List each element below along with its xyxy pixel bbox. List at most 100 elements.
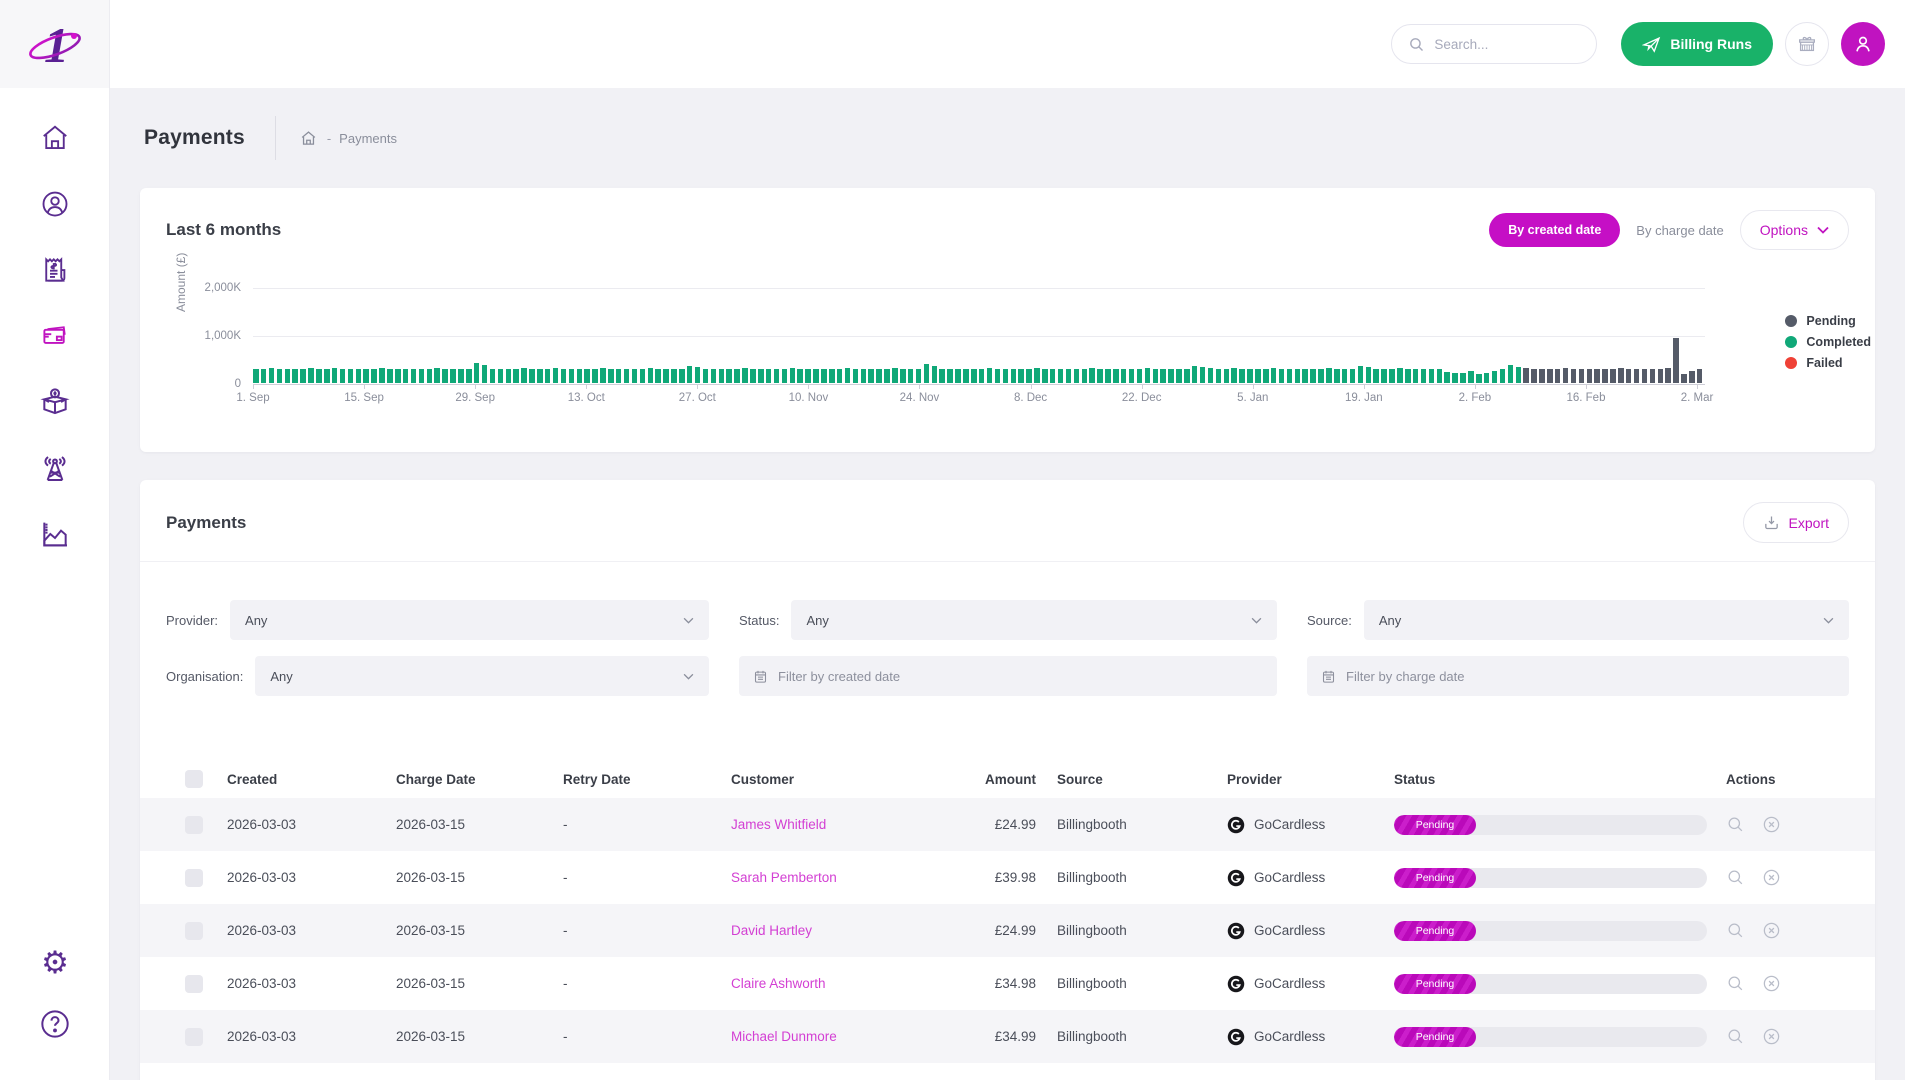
export-button[interactable]: Export — [1743, 502, 1849, 543]
view-payment-button[interactable] — [1726, 815, 1745, 834]
billing-runs-button[interactable]: Billing Runs — [1621, 22, 1773, 66]
legend-label: Completed — [1806, 335, 1871, 349]
cell-provider: GoCardless — [1227, 869, 1394, 887]
cell-source: Billingbooth — [1036, 870, 1227, 885]
options-button[interactable]: Options — [1740, 210, 1849, 250]
x-tick-label: 10. Nov — [789, 392, 829, 404]
table-row: 2026-03-032026-03-15-David Hartley£24.99… — [140, 904, 1875, 957]
chart-bar — [1192, 366, 1198, 383]
chart-bar — [1618, 368, 1624, 383]
chart-bar — [545, 369, 551, 383]
customer-link[interactable]: James Whitfield — [731, 817, 826, 832]
organisation-select[interactable]: Any — [255, 656, 709, 696]
chevron-down-icon — [1251, 617, 1262, 624]
chart-bar — [308, 368, 314, 383]
chart-bar — [932, 366, 938, 383]
cell-source: Billingbooth — [1036, 923, 1227, 938]
chart-bar — [537, 369, 543, 383]
gocardless-logo-icon — [1227, 975, 1245, 993]
customer-link[interactable]: Sarah Pemberton — [731, 870, 837, 885]
sidebar-item-settings[interactable]: ⚙ — [38, 946, 72, 978]
sidebar: 1 — [0, 0, 110, 1080]
status-progress: Pending — [1394, 1027, 1707, 1047]
cell-retry-date: - — [563, 976, 731, 991]
sidebar-item-customers[interactable] — [38, 188, 72, 220]
payments-card-title: Payments — [166, 513, 246, 533]
chart-bar — [1650, 369, 1656, 383]
status-select[interactable]: Any — [791, 600, 1277, 640]
sidebar-item-home[interactable] — [38, 122, 72, 154]
chart-bar — [292, 369, 298, 383]
chart-bar — [1137, 369, 1143, 383]
gift-button[interactable] — [1785, 22, 1829, 66]
x-tick-label: 2. Feb — [1459, 392, 1492, 404]
view-payment-button[interactable] — [1726, 921, 1745, 940]
chart-bar — [1018, 369, 1024, 383]
main-content: Payments - Payments Last 6 months By cre… — [110, 88, 1905, 1080]
x-tick-mark — [1364, 384, 1365, 389]
provider-select[interactable]: Any — [230, 600, 709, 640]
select-all-checkbox[interactable] — [185, 770, 203, 788]
customer-link[interactable]: Claire Ashworth — [731, 976, 826, 991]
customer-link[interactable]: David Hartley — [731, 923, 812, 938]
y-tick-1000k: 1,000K — [205, 330, 241, 342]
chart-bar — [371, 369, 377, 383]
created-date-filter[interactable]: Filter by created date — [739, 656, 1277, 696]
breadcrumb-home-icon[interactable] — [300, 130, 317, 147]
x-tick-label: 15. Sep — [344, 392, 384, 404]
chart-bar — [569, 369, 575, 383]
view-payment-button[interactable] — [1726, 1027, 1745, 1046]
chart-bar — [1326, 368, 1332, 383]
chart-bar — [995, 369, 1001, 383]
row-checkbox[interactable] — [185, 975, 203, 993]
cancel-payment-button[interactable] — [1762, 815, 1781, 834]
row-checkbox[interactable] — [185, 816, 203, 834]
search-input[interactable]: Search... — [1391, 24, 1597, 64]
chart-bar — [955, 369, 961, 383]
chart-bar — [1610, 369, 1616, 383]
user-icon — [1852, 33, 1874, 55]
cancel-payment-button[interactable] — [1762, 868, 1781, 887]
charge-date-filter[interactable]: Filter by charge date — [1307, 656, 1849, 696]
view-payment-button[interactable] — [1726, 974, 1745, 993]
page-title: Payments — [144, 126, 245, 150]
calendar-icon — [753, 669, 768, 684]
payments-chart: Amount (£) 2,000K 1,000K 0 1. Sep15. Sep… — [140, 270, 1875, 438]
chart-bar — [458, 369, 464, 383]
x-tick-mark — [253, 384, 254, 389]
chart-bar — [734, 369, 740, 383]
cell-source: Billingbooth — [1036, 1029, 1227, 1044]
cancel-payment-button[interactable] — [1762, 1027, 1781, 1046]
sidebar-item-payments[interactable] — [38, 320, 72, 352]
by-created-date-toggle[interactable]: By created date — [1489, 213, 1620, 247]
source-select[interactable]: Any — [1364, 600, 1849, 640]
view-payment-button[interactable] — [1726, 868, 1745, 887]
avatar-button[interactable] — [1841, 22, 1885, 66]
sidebar-item-reports[interactable] — [38, 518, 72, 550]
by-charge-date-toggle[interactable]: By charge date — [1636, 223, 1723, 238]
chart-bar — [1295, 369, 1301, 383]
chart-bar — [900, 369, 906, 383]
chart-bar — [1287, 369, 1293, 383]
cancel-payment-button[interactable] — [1762, 921, 1781, 940]
sidebar-item-telecoms[interactable] — [38, 452, 72, 484]
chart-bar — [1255, 369, 1261, 383]
sidebar-item-products[interactable] — [38, 386, 72, 418]
svg-text:1: 1 — [44, 17, 69, 73]
chart-bar — [876, 369, 882, 383]
legend-dot — [1785, 336, 1797, 348]
row-checkbox[interactable] — [185, 922, 203, 940]
cell-amount: £34.98 — [916, 976, 1036, 991]
app-logo[interactable]: 1 — [0, 0, 109, 88]
chart-bar — [1587, 369, 1593, 383]
chart-bar — [671, 369, 677, 383]
cancel-payment-button[interactable] — [1762, 974, 1781, 993]
sidebar-item-help[interactable] — [38, 1008, 72, 1040]
row-checkbox[interactable] — [185, 1028, 203, 1046]
brand-logo-icon: 1 — [26, 14, 84, 74]
cell-charge-date: 2026-03-15 — [396, 870, 563, 885]
row-checkbox[interactable] — [185, 869, 203, 887]
customer-link[interactable]: Michael Dunmore — [731, 1029, 837, 1044]
sidebar-item-invoices[interactable] — [38, 254, 72, 286]
chart-bar — [356, 369, 362, 383]
